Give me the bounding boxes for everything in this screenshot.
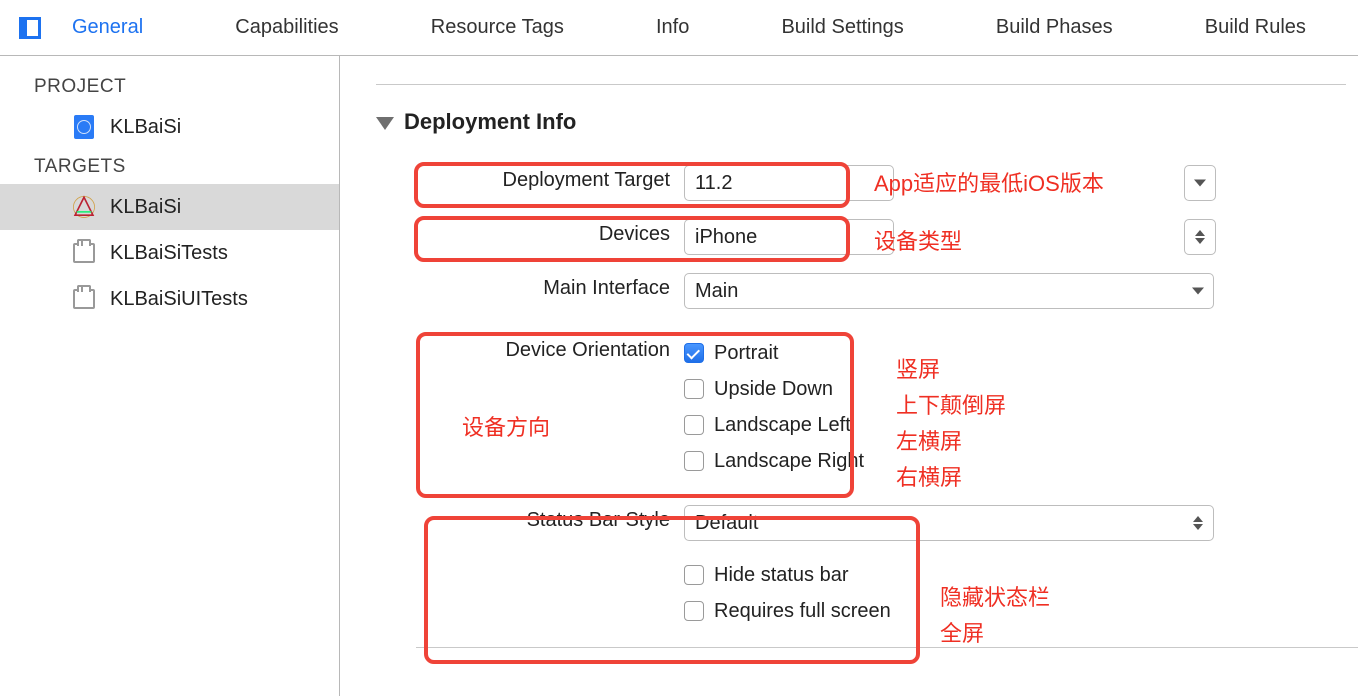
section-title: Deployment Info: [404, 109, 576, 135]
annotation-landscape-right: 右横屏: [896, 460, 962, 492]
target-label: KLBaiSiUITests: [110, 288, 248, 311]
row-main-interface: Main Interface Main: [416, 273, 1358, 309]
section-header: Deployment Info: [376, 109, 1358, 135]
tab-row: General Capabilities Resource Tags Info …: [50, 16, 1358, 39]
tab-general[interactable]: General: [50, 16, 165, 39]
ui-test-target-icon: [70, 285, 98, 313]
devices-select[interactable]: iPhone: [684, 219, 894, 255]
checkbox-label: Landscape Left: [714, 414, 851, 437]
tab-build-rules[interactable]: Build Rules: [1183, 16, 1328, 39]
checkbox-icon: [684, 415, 704, 435]
checkbox-label: Portrait: [714, 342, 778, 365]
divider: [376, 84, 1346, 85]
label-devices: Devices: [416, 219, 684, 246]
deployment-target-field[interactable]: 11.2: [684, 165, 894, 201]
checkbox-label: Requires full screen: [714, 600, 891, 623]
annotation-deployment-target: App适应的最低iOS版本: [874, 166, 1104, 198]
checkbox-label: Upside Down: [714, 378, 833, 401]
row-device-orientation: Device Orientation Portrait Upside Down: [416, 335, 1358, 479]
deployment-target-stepper[interactable]: [1184, 165, 1216, 201]
label-status-bar-style: Status Bar Style: [416, 505, 684, 532]
targets-section-header: TARGETS: [0, 150, 339, 184]
checkbox-icon: [684, 379, 704, 399]
checkbox-icon: [684, 451, 704, 471]
label-main-interface: Main Interface: [416, 273, 684, 300]
label-deployment-target: Deployment Target: [416, 165, 684, 192]
main-interface-value: Main: [695, 280, 738, 303]
status-bar-style-select[interactable]: Default: [684, 505, 1214, 541]
main-interface-select[interactable]: Main: [684, 273, 1214, 309]
tab-build-settings[interactable]: Build Settings: [759, 16, 925, 39]
left-panel-icon: [19, 17, 41, 39]
checkbox-icon: [684, 343, 704, 363]
editor-pane: Deployment Info Deployment Target 11.2: [340, 56, 1358, 696]
up-down-arrows-icon: [1191, 230, 1209, 244]
checkbox-icon: [684, 601, 704, 621]
annotation-hide-status-bar: 隐藏状态栏: [940, 580, 1050, 612]
deployment-target-value: 11.2: [695, 172, 732, 195]
panel-toggle-button[interactable]: [10, 17, 50, 39]
tab-capabilities[interactable]: Capabilities: [213, 16, 360, 39]
chevron-down-icon: [1191, 180, 1209, 187]
project-section-header: PROJECT: [0, 70, 339, 104]
up-down-arrows-icon: [1189, 516, 1207, 530]
chevron-down-icon: [1189, 288, 1207, 295]
checkbox-label: Hide status bar: [714, 564, 849, 587]
devices-dropdown-button[interactable]: [1184, 219, 1216, 255]
checkbox-icon: [684, 565, 704, 585]
project-name-label: KLBaiSi: [110, 116, 181, 139]
target-item-app[interactable]: KLBaiSi: [0, 184, 339, 230]
disclosure-triangle-icon[interactable]: [376, 117, 394, 130]
unit-test-target-icon: [70, 239, 98, 267]
row-status-bar-style: Status Bar Style Default Hide status bar: [416, 505, 1358, 629]
annotation-upside-down: 上下颠倒屏: [896, 388, 1006, 420]
checkbox-portrait[interactable]: Portrait: [684, 335, 1214, 371]
annotation-devices: 设备类型: [874, 224, 962, 256]
project-navigator: PROJECT KLBaiSi TARGETS KLBaiSi KLBaiSiT…: [0, 56, 340, 696]
devices-value: iPhone: [695, 226, 757, 249]
target-item-tests[interactable]: KLBaiSiTests: [0, 230, 339, 276]
project-item[interactable]: KLBaiSi: [0, 104, 339, 150]
xcodeproj-icon: [70, 113, 98, 141]
annotation-landscape-left: 左横屏: [896, 424, 962, 456]
label-device-orientation: Device Orientation: [416, 335, 684, 362]
target-item-uitests[interactable]: KLBaiSiUITests: [0, 276, 339, 322]
target-label: KLBaiSi: [110, 196, 181, 219]
xcode-window: General Capabilities Resource Tags Info …: [0, 0, 1358, 696]
checkbox-label: Landscape Right: [714, 450, 864, 473]
annotation-orientation-label: 设备方向: [462, 410, 550, 442]
annotation-portrait: 竖屏: [896, 352, 940, 384]
target-label: KLBaiSiTests: [110, 242, 228, 265]
app-target-icon: [70, 193, 98, 221]
tab-build-phases[interactable]: Build Phases: [974, 16, 1135, 39]
annotation-full-screen: 全屏: [940, 616, 984, 648]
tab-info[interactable]: Info: [634, 16, 711, 39]
editor-tab-bar: General Capabilities Resource Tags Info …: [0, 0, 1358, 56]
status-bar-style-value: Default: [695, 512, 758, 535]
tab-resource-tags[interactable]: Resource Tags: [409, 16, 586, 39]
divider: [416, 647, 1358, 648]
